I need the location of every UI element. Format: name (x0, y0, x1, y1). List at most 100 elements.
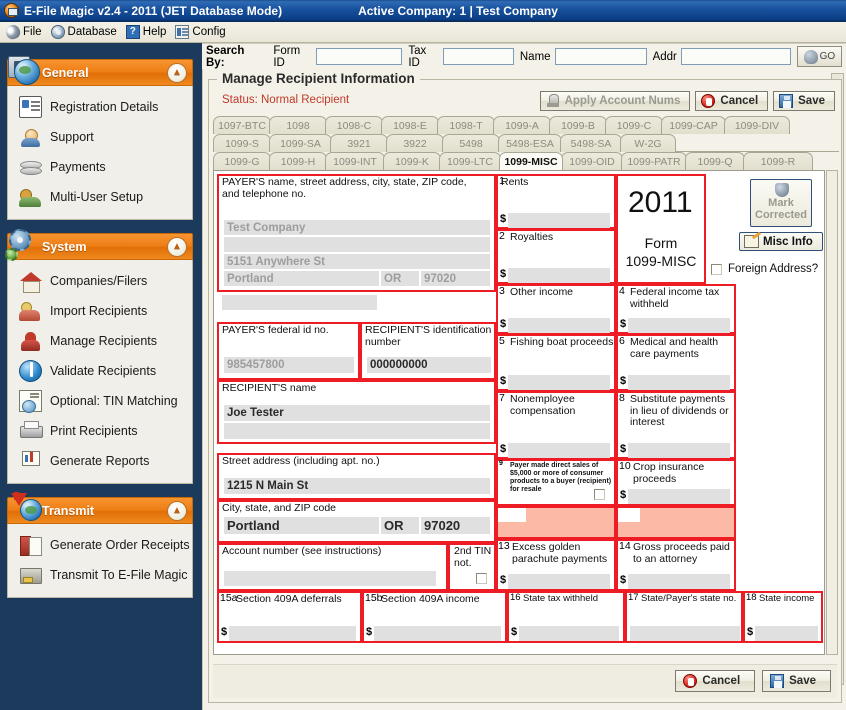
tab-1099-c[interactable]: 1099-C (605, 116, 663, 134)
sidebar-item-tin-matching[interactable]: Optional: TIN Matching (8, 386, 192, 416)
box-4-input[interactable] (628, 318, 730, 333)
box-7-input[interactable] (508, 443, 610, 458)
save-button-bottom[interactable]: Save (762, 670, 831, 692)
tab-1099-h[interactable]: 1099-H (269, 152, 327, 170)
sidebar-item-transmit-to-efile-magic[interactable]: Transmit To E-File Magic (8, 560, 192, 590)
box-17-input[interactable] (630, 626, 740, 641)
payer-city-input[interactable] (224, 271, 379, 286)
chevron-up-icon[interactable]: ▲ (167, 501, 187, 521)
tab-5498[interactable]: 5498 (442, 134, 500, 152)
tab-3922[interactable]: 3922 (386, 134, 444, 152)
tab-1099-patr[interactable]: 1099-PATR (621, 152, 687, 170)
sidebar-item-print-recipients[interactable]: Print Recipients (8, 416, 192, 446)
tab-1099-r[interactable]: 1099-R (743, 152, 813, 170)
sidebar-item-generate-reports[interactable]: Generate Reports (8, 446, 192, 476)
tab-1099-b[interactable]: 1099-B (549, 116, 607, 134)
search-go-button[interactable]: GO (797, 46, 842, 67)
tab-1099-div[interactable]: 1099-DIV (724, 116, 790, 134)
tab-1098-t[interactable]: 1098-T (437, 116, 495, 134)
city-input[interactable] (224, 517, 379, 534)
tab-w-2g[interactable]: W-2G (620, 134, 676, 152)
sidebar-item-registration-details[interactable]: Registration Details (8, 92, 192, 122)
tab-1099-oid[interactable]: 1099-OID (561, 152, 623, 170)
search-name-input[interactable] (555, 48, 647, 65)
account-number-input[interactable] (224, 571, 436, 586)
sidebar-item-generate-order-receipts[interactable]: Generate Order Receipts (8, 530, 192, 560)
payer-name2-input[interactable] (224, 237, 490, 252)
payer-phone-input[interactable] (222, 295, 377, 310)
payer-zip-input[interactable] (421, 271, 490, 286)
tab-1099-misc[interactable]: 1099-MISC (499, 152, 563, 170)
chevron-up-icon[interactable]: ▲ (167, 237, 187, 257)
misc-info-button[interactable]: Misc Info (739, 232, 823, 251)
form-sheet-scrollbar[interactable] (826, 170, 838, 655)
tab-1099-g[interactable]: 1099-G (213, 152, 271, 170)
tab-1099-k[interactable]: 1099-K (383, 152, 441, 170)
sidebar-item-multi-user-setup[interactable]: Multi-User Setup (8, 182, 192, 212)
tab-1098[interactable]: 1098 (269, 116, 327, 134)
tab-1098-e[interactable]: 1098-E (381, 116, 439, 134)
recipient-id-input[interactable] (367, 357, 491, 373)
payer-name-input[interactable] (224, 220, 490, 235)
cancel-button-top[interactable]: Cancel (695, 91, 768, 111)
tab-1099-s[interactable]: 1099-S (213, 134, 271, 152)
menu-item-help[interactable]: ? Help (124, 24, 174, 40)
tab-1097-btc[interactable]: 1097-BTC (213, 116, 271, 134)
mark-corrected-button[interactable]: Mark Corrected (750, 179, 812, 227)
recipient-name-input[interactable] (224, 405, 490, 421)
box-6-input[interactable] (628, 375, 730, 390)
tab-1099-cap[interactable]: 1099-CAP (661, 116, 726, 134)
tab-1098-c[interactable]: 1098-C (325, 116, 383, 134)
chevron-up-icon[interactable]: ▲ (167, 63, 187, 83)
tab-1099-a[interactable]: 1099-A (493, 116, 551, 134)
sidebar-panel-header-system[interactable]: System ▲ (7, 233, 193, 260)
save-button-top[interactable]: Save (773, 91, 835, 111)
sidebar-panel-header-general[interactable]: General ▲ (7, 59, 193, 86)
apply-account-nums-button[interactable]: Apply Account Nums (540, 91, 691, 111)
menu-item-database[interactable]: Database (49, 24, 124, 40)
payer-street-input[interactable] (224, 254, 490, 269)
payer-block-label-line2: and telephone no. (222, 189, 306, 201)
sidebar-item-companies-filers[interactable]: Companies/Filers (8, 266, 192, 296)
menu-item-file[interactable]: File (4, 24, 49, 40)
sidebar-panel-header-transmit[interactable]: Transmit ▲ (7, 497, 193, 524)
box-3-input[interactable] (508, 318, 610, 333)
box-15a-input[interactable] (229, 626, 356, 641)
payer-federal-id-input[interactable] (224, 357, 354, 373)
second-tin-checkbox[interactable] (476, 573, 487, 584)
foreign-address-checkbox[interactable] (711, 264, 722, 275)
box-18-input[interactable] (755, 626, 818, 641)
tab-1099-sa[interactable]: 1099-SA (269, 134, 332, 152)
search-form-id-input[interactable] (316, 48, 402, 65)
box-15b-input[interactable] (374, 626, 501, 641)
menu-item-config[interactable]: Config (173, 24, 232, 40)
cancel-button-bottom[interactable]: Cancel (675, 670, 755, 692)
sidebar-item-support[interactable]: Support (8, 122, 192, 152)
payer-state-input[interactable] (381, 271, 419, 286)
recipient-name2-input[interactable] (224, 423, 490, 439)
box-14-input[interactable] (628, 574, 730, 589)
box-10-input[interactable] (628, 489, 730, 504)
box-13-input[interactable] (508, 574, 610, 589)
tab-1099-int[interactable]: 1099-INT (325, 152, 385, 170)
box-5-input[interactable] (508, 375, 610, 390)
state-input[interactable] (381, 517, 419, 534)
box-8-input[interactable] (628, 443, 730, 458)
tab-3921[interactable]: 3921 (330, 134, 388, 152)
tab-5498-esa[interactable]: 5498-ESA (498, 134, 562, 152)
box-1-input[interactable] (508, 213, 610, 228)
street-address-input[interactable] (224, 478, 490, 494)
tab-1099-q[interactable]: 1099-Q (685, 152, 745, 170)
box-16-input[interactable] (519, 626, 619, 641)
sidebar-item-manage-recipients[interactable]: Manage Recipients (8, 326, 192, 356)
box-9-checkbox[interactable] (594, 489, 605, 500)
search-tax-id-input[interactable] (443, 48, 514, 65)
tab-1099-ltc[interactable]: 1099-LTC (439, 152, 501, 170)
sidebar-item-payments[interactable]: Payments (8, 152, 192, 182)
tab-5498-sa[interactable]: 5498-SA (560, 134, 622, 152)
search-addr-input[interactable] (681, 48, 791, 65)
sidebar-item-import-recipients[interactable]: Import Recipients (8, 296, 192, 326)
sidebar-item-validate-recipients[interactable]: Validate Recipients (8, 356, 192, 386)
zip-input[interactable] (421, 517, 490, 534)
box-2-input[interactable] (508, 268, 610, 283)
